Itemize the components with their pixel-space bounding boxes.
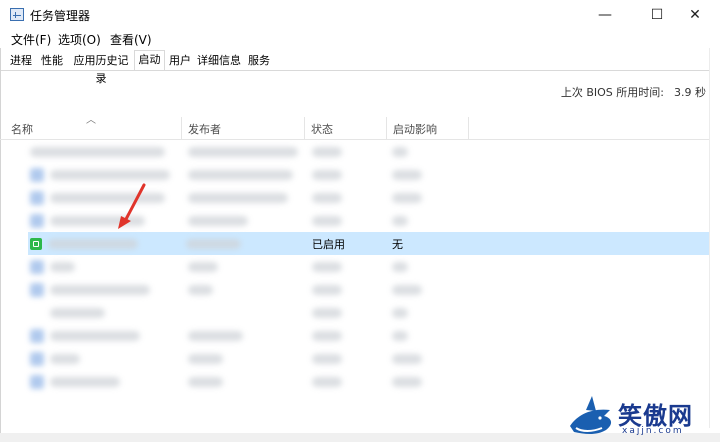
menu-bar: 文件(F) 选项(O) 查看(V) (0, 30, 720, 48)
tab-processes[interactable]: 进程 (6, 51, 36, 69)
task-manager-icon (10, 8, 24, 21)
app-icon-green (30, 238, 42, 250)
shark-logo-icon (570, 396, 612, 434)
tab-startup[interactable]: 启动 (134, 50, 165, 70)
window-title: 任务管理器 (30, 9, 91, 23)
close-button[interactable]: ✕ (672, 0, 718, 30)
list-item[interactable] (0, 255, 710, 278)
annotation-arrow (118, 183, 146, 229)
tab-bar: 进程 性能 应用历史记录 启动 用户 详细信息 服务 (0, 50, 720, 85)
column-publisher[interactable]: 发布者 (182, 117, 305, 139)
tab-performance[interactable]: 性能 (37, 51, 67, 69)
watermark: 笑傲网 xajjn.com (566, 392, 716, 442)
list-item[interactable] (0, 186, 710, 209)
column-impact[interactable]: 启动影响 (387, 117, 469, 139)
list-item[interactable] (0, 278, 710, 301)
list-item[interactable] (0, 370, 710, 393)
list-item[interactable] (0, 347, 710, 370)
menu-options[interactable]: 选项(O) (58, 31, 101, 48)
list-item[interactable] (0, 301, 710, 324)
bios-time-label: 上次 BIOS 所用时间: (560, 86, 664, 99)
tab-services[interactable]: 服务 (244, 51, 274, 69)
list-item[interactable] (0, 163, 710, 186)
menu-view[interactable]: 查看(V) (110, 31, 152, 48)
bios-time: 上次 BIOS 所用时间: 3.9 秒 (551, 84, 706, 100)
tab-app-history[interactable]: 应用历史记录 (68, 51, 134, 85)
list-item[interactable] (0, 324, 710, 347)
list-item[interactable] (0, 140, 710, 163)
impact-cell: 无 (392, 238, 403, 251)
bios-time-value: 3.9 秒 (674, 86, 706, 99)
tab-users[interactable]: 用户 (166, 51, 194, 69)
watermark-url: xajjn.com (622, 426, 684, 436)
vertical-scrollbar[interactable] (709, 48, 720, 428)
status-cell: 已启用 (312, 238, 345, 251)
tab-details[interactable]: 详细信息 (195, 51, 243, 69)
minimize-button[interactable]: — (582, 0, 628, 30)
list-item[interactable] (0, 209, 710, 232)
selected-startup-item[interactable]: 已启用 无 (28, 232, 456, 255)
column-name[interactable]: 名称 (5, 117, 182, 139)
title-bar: 任务管理器 — ☐ ✕ (0, 0, 720, 30)
menu-file[interactable]: 文件(F) (11, 31, 51, 48)
table-header: 名称 发布者 状态 启动影响 (0, 117, 710, 140)
column-status[interactable]: 状态 (305, 117, 387, 139)
